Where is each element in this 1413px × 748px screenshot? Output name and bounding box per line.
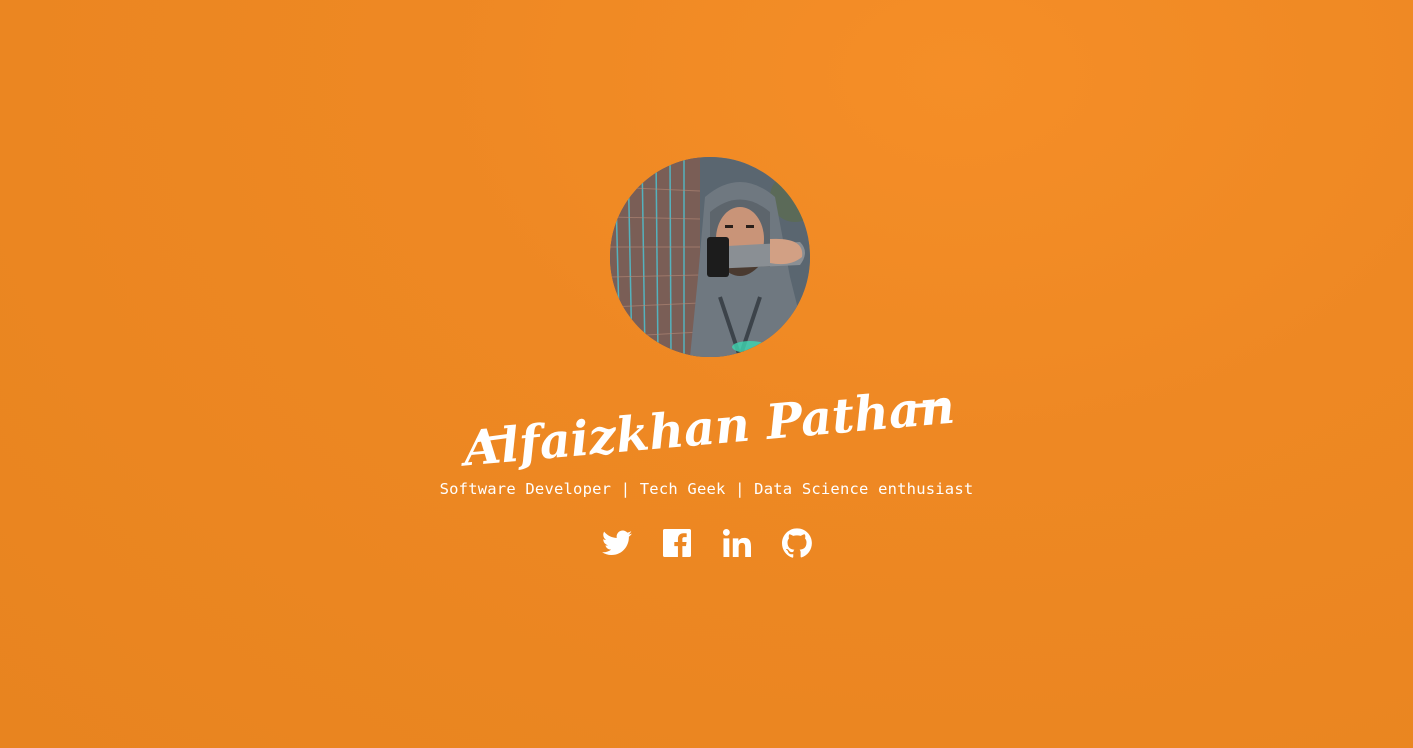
github-link[interactable] (781, 527, 812, 559)
github-icon (781, 528, 812, 558)
linkedin-link[interactable] (722, 527, 752, 559)
linkedin-icon (722, 529, 751, 557)
dash-right (910, 402, 944, 408)
profile-avatar (610, 157, 810, 357)
hero-section: Alfaizkhan Pathan Software Developer | T… (0, 0, 1413, 748)
profile-name: Alfaizkhan Pathan (457, 378, 957, 478)
twitter-link[interactable] (601, 527, 632, 559)
social-links (0, 527, 1413, 559)
profile-name-text: Alfaizkhan Pathan (457, 379, 957, 478)
facebook-icon (662, 529, 691, 557)
profile-photo (610, 157, 810, 357)
profile-tagline: Software Developer | Tech Geek | Data Sc… (439, 480, 974, 498)
facebook-link[interactable] (662, 527, 692, 559)
twitter-icon (601, 530, 632, 555)
